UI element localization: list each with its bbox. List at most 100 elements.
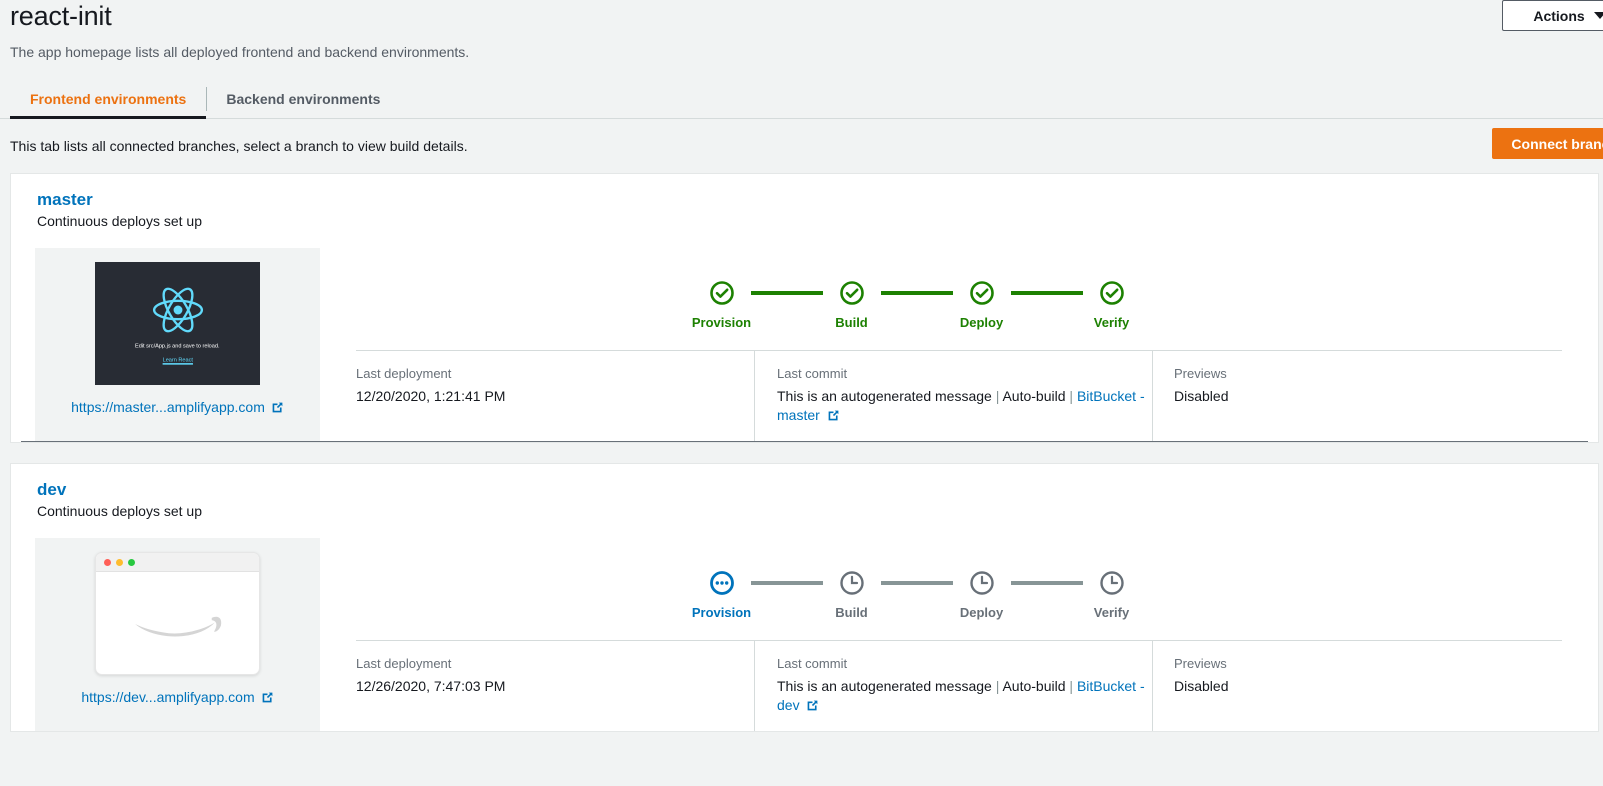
branch-status-text: Continuous deploys set up: [37, 213, 202, 229]
check-circle-icon: [969, 281, 994, 305]
branch-card-master: master Continuous deploys set up Edit sr…: [10, 173, 1599, 443]
actions-button[interactable]: Actions: [1502, 0, 1603, 31]
browser-window-thumbnail: [95, 552, 260, 675]
pipeline-step-label: Verify: [1093, 315, 1130, 330]
subbar-text: This tab lists all connected branches, s…: [10, 138, 468, 154]
app-page: react-init The app homepage lists all de…: [0, 0, 1603, 786]
branch-card-dev: dev Continuous deploys set up https://de…: [10, 463, 1599, 732]
page-header: react-init The app homepage lists all de…: [0, 0, 1603, 61]
pipeline-step-label: Deploy: [959, 315, 1004, 330]
tab-frontend-environments[interactable]: Frontend environments: [10, 80, 207, 119]
commit-author: Auto-build: [1002, 388, 1066, 404]
external-link-icon[interactable]: [806, 699, 819, 712]
react-thumbnail-caption: Edit src/App.js and save to reload.: [135, 342, 220, 349]
pipeline-connector: [880, 291, 953, 295]
pipeline-step-build: Build: [823, 570, 881, 620]
branch-thumbnail-panel: https://dev...amplifyapp.com: [35, 538, 320, 731]
amazon-smile-icon: [134, 616, 221, 636]
commit-separator: |: [1069, 388, 1074, 404]
pipeline-step-label: Deploy: [959, 605, 1004, 620]
clock-circle-icon: [1099, 571, 1124, 595]
branch-header: dev Continuous deploys set up: [11, 464, 1598, 520]
clock-circle-icon: [839, 571, 864, 595]
detail-value: 12/26/2020, 7:47:03 PM: [356, 678, 506, 694]
commit-separator: |: [995, 388, 1000, 404]
react-logo-icon: [152, 287, 203, 332]
page-description: The app homepage lists all deployed fron…: [10, 44, 470, 60]
pipeline-connector: [750, 291, 823, 295]
tab-backend-environments-label: Backend environments: [226, 91, 381, 107]
commit-message: This is an autogenerated message: [777, 388, 992, 404]
react-thumbnail-link: Learn React: [162, 356, 193, 363]
detail-label: Last deployment: [356, 366, 452, 381]
window-close-dot-icon: [104, 558, 111, 566]
branch-name-link[interactable]: master: [37, 190, 1598, 210]
detail-value: This is an autogenerated message | Auto-…: [777, 387, 1152, 425]
branch-name-link[interactable]: dev: [37, 480, 1598, 500]
tab-backend-environments[interactable]: Backend environments: [206, 80, 400, 118]
commit-author: Auto-build: [1002, 678, 1066, 694]
pipeline-step-label: Provision: [691, 315, 752, 330]
branch-right-column: Provision Build Deploy Verify Last deplo…: [320, 248, 1598, 441]
detail-last-commit: Last commit This is an autogenerated mes…: [754, 351, 1152, 441]
clock-circle-icon: [969, 571, 994, 595]
pipeline-connector: [880, 581, 953, 585]
detail-label: Previews: [1174, 366, 1227, 381]
chevron-down-icon: [1593, 12, 1603, 19]
pipeline-step-verify: Verify: [1083, 570, 1141, 620]
react-app-thumbnail: Edit src/App.js and save to reload. Lear…: [95, 262, 260, 385]
detail-previews: Previews Disabled: [1152, 351, 1452, 441]
in-progress-circle-icon: [709, 571, 734, 595]
card-bottom-divider: [21, 441, 1588, 442]
branch-url-link[interactable]: https://dev...amplifyapp.com: [81, 689, 273, 705]
pipeline-step-deploy: Deploy: [953, 280, 1011, 330]
detail-value: Disabled: [1174, 678, 1229, 694]
detail-value: 12/20/2020, 1:21:41 PM: [356, 388, 506, 404]
build-pipeline: Provision Build Deploy Verify: [355, 248, 1598, 330]
detail-last-deployment: Last deployment 12/26/2020, 7:47:03 PM: [356, 655, 754, 715]
external-link-icon[interactable]: [827, 409, 840, 422]
subbar: This tab lists all connected branches, s…: [0, 119, 1603, 173]
detail-previews: Previews Disabled: [1152, 641, 1452, 731]
pipeline-connector: [750, 581, 823, 585]
actions-button-label: Actions: [1533, 7, 1585, 24]
detail-last-commit: Last commit This is an autogenerated mes…: [754, 641, 1152, 731]
detail-label: Last deployment: [356, 656, 452, 671]
pipeline-step-deploy: Deploy: [953, 570, 1011, 620]
connect-branch-label: Connect branch: [1511, 135, 1603, 152]
pipeline-connector: [1010, 291, 1083, 295]
pipeline-step-build: Build: [823, 280, 881, 330]
pipeline-step-provision: Provision: [691, 570, 752, 620]
pipeline-step-label: Build: [835, 605, 868, 620]
external-link-icon: [262, 692, 272, 702]
pipeline-step-label: Build: [835, 315, 868, 330]
check-circle-icon: [709, 281, 734, 305]
external-link-icon: [272, 402, 283, 412]
pipeline-step-label: Verify: [1093, 605, 1130, 620]
tab-bar: Frontend environments Backend environmen…: [0, 80, 1603, 119]
pipeline-step-label: Provision: [691, 605, 752, 620]
branch-details-row: Last deployment 12/26/2020, 7:47:03 PM L…: [356, 640, 1562, 731]
pipeline-step-provision: Provision: [691, 280, 752, 330]
browser-titlebar: [96, 553, 259, 572]
commit-separator: |: [1069, 678, 1074, 694]
window-minimize-dot-icon: [116, 558, 123, 566]
commit-separator: |: [995, 678, 1000, 694]
branch-card-body: Edit src/App.js and save to reload. Lear…: [11, 230, 1598, 441]
browser-content: [96, 572, 259, 674]
pipeline-connector: [1010, 581, 1083, 585]
branch-details-row: Last deployment 12/20/2020, 1:21:41 PM L…: [356, 350, 1562, 441]
branch-status-text: Continuous deploys set up: [37, 503, 202, 519]
branch-header: master Continuous deploys set up: [11, 174, 1598, 230]
connect-branch-button[interactable]: Connect branch: [1492, 128, 1603, 159]
page-title: react-init: [10, 1, 112, 31]
detail-value: Disabled: [1174, 388, 1229, 404]
branch-url-link[interactable]: https://master...amplifyapp.com: [71, 399, 284, 415]
tab-frontend-environments-label: Frontend environments: [30, 91, 187, 107]
detail-last-deployment: Last deployment 12/20/2020, 1:21:41 PM: [356, 365, 754, 425]
build-pipeline: Provision Build Deploy Verify: [355, 538, 1598, 620]
detail-value: This is an autogenerated message | Auto-…: [777, 677, 1152, 715]
detail-label: Last commit: [777, 656, 848, 671]
branch-url-label: https://master...amplifyapp.com: [71, 399, 265, 415]
branch-right-column: Provision Build Deploy Verify Last deplo…: [320, 538, 1598, 731]
